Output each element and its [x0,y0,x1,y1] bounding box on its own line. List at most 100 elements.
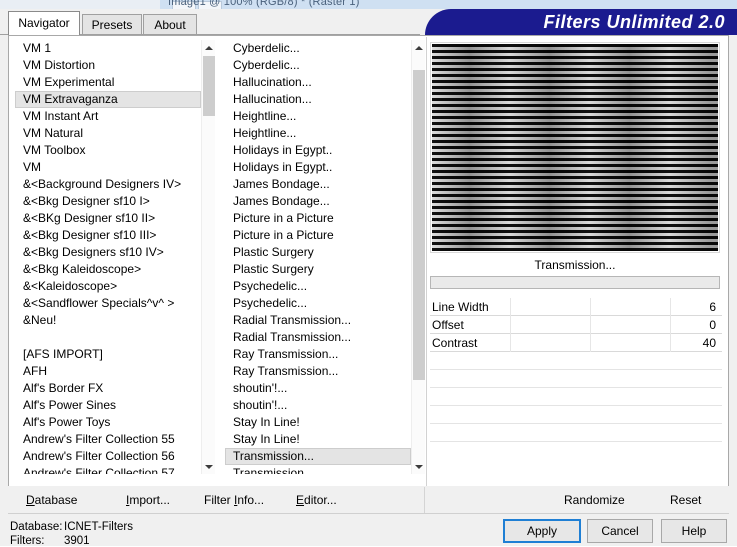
filter-scroll-thumb[interactable] [413,70,425,380]
filter-item[interactable]: Cyberdelic... [225,40,411,57]
selected-filter-title: Transmission... [534,258,616,272]
filter-item[interactable]: Transmission... [225,448,411,465]
filter-item[interactable]: Hallucination... [225,74,411,91]
filter-item[interactable]: Hallucination... [225,91,411,108]
navigator-item[interactable]: VM Instant Art [15,108,201,125]
navigator-list[interactable]: VM 1 VM Distortion VM Experimental VM Extra… [15,40,215,474]
right-pane: Transmission... Line Width 6 Offset 0 Contra… [428,40,724,486]
parameter-tick [590,316,591,334]
import-button[interactable]: Import... [126,491,170,509]
navigator-item[interactable]: &<Background Designers IV> [15,176,201,193]
status-bar: Database: ICNET-Filters Filters: 3901 Ap… [0,515,737,547]
filter-list-items: Cyberdelic... Cyberdelic... Hallucination.… [225,40,411,474]
navigator-item[interactable]: &<BKg Designer sf10 II> [15,210,201,227]
parameter-tick [590,334,591,352]
filter-item[interactable]: James Bondage... [225,176,411,193]
filter-item[interactable]: Plastic Surgery [225,244,411,261]
cancel-button[interactable]: Cancel [587,519,653,543]
filter-scroll-up-button[interactable] [412,40,425,55]
navigator-item[interactable]: &<Bkg Designer sf10 I> [15,193,201,210]
editor-button[interactable]: Editor... [296,491,337,509]
navigator-scrollbar[interactable] [201,40,215,474]
navigator-item[interactable]: Alf's Power Sines [15,397,201,414]
filter-item[interactable]: Plastic Surgery [225,261,411,278]
database-button-label: atabase [34,493,78,507]
filter-item[interactable]: Psychedelic... [225,295,411,312]
pane-divider [426,37,427,491]
filter-item[interactable]: Cyberdelic... [225,57,411,74]
navigator-item[interactable]: Andrew's Filter Collection 55 [15,431,201,448]
filter-item[interactable]: Ray Transmission... [225,346,411,363]
database-button[interactable]: Database [26,491,77,509]
parameter-horizontal-scrollbar[interactable] [430,276,720,289]
navigator-item[interactable]: &<Bkg Kaleidoscope> [15,261,201,278]
filter-item[interactable]: Radial Transmission... [225,312,411,329]
tab-about[interactable]: About [143,14,197,35]
navigator-item[interactable]: Andrew's Filter Collection 56 [15,448,201,465]
tab-navigator[interactable]: Navigator [8,11,80,35]
preview-frame[interactable] [430,42,720,253]
chevron-down-icon [415,464,423,469]
filter-info-button[interactable]: Filter Info... [204,491,264,509]
filter-item[interactable]: Radial Transmission... [225,329,411,346]
filter-item[interactable]: James Bondage... [225,193,411,210]
navigator-item[interactable]: &<Bkg Designers sf10 IV> [15,244,201,261]
filter-item[interactable]: Heightline... [225,125,411,142]
navigator-item[interactable]: &Neu! [15,312,201,329]
navigator-item[interactable]: VM Toolbox [15,142,201,159]
tab-presets[interactable]: Presets [82,14,142,35]
filter-item[interactable]: Ray Transmission... [225,363,411,380]
navigator-scroll-thumb[interactable] [203,56,215,116]
parameter-name: Contrast [432,336,478,350]
reset-button[interactable]: Reset [670,491,701,509]
navigator-item[interactable]: VM [15,159,201,176]
navigator-item[interactable]: &<Bkg Designer sf10 III> [15,227,201,244]
help-button[interactable]: Help [661,519,727,543]
filter-item[interactable]: Stay In Line! [225,414,411,431]
navigator-scroll-down-button[interactable] [202,459,215,474]
filter-item[interactable]: Heightline... [225,108,411,125]
parameter-row[interactable]: Contrast 40 [430,334,722,352]
parameter-row-empty [430,388,722,406]
filters-unlimited-window: Filters Unlimited 2.0 Navigator Presets … [0,9,737,547]
apply-button[interactable]: Apply [503,519,581,543]
preview-image[interactable] [432,44,718,251]
navigator-item[interactable]: AFH [15,363,201,380]
filter-item[interactable]: shoutin'!... [225,397,411,414]
filter-item[interactable]: Holidays in Egypt.. [225,159,411,176]
navigator-item[interactable]: Andrew's Filter Collection 57 [15,465,201,474]
parameter-row-empty [430,406,722,424]
parameter-name: Line Width [432,300,489,314]
parameter-row-empty [430,424,722,442]
filter-scroll-down-button[interactable] [412,459,425,474]
database-label: Database: [10,521,63,533]
navigator-item[interactable]: &<Kaleidoscope> [15,278,201,295]
navigator-item[interactable]: &<Sandflower Specials^v^ > [15,295,201,312]
filter-item[interactable]: Transmission... [225,465,411,474]
filter-item[interactable]: Stay In Line! [225,431,411,448]
navigator-item[interactable]: VM Extravaganza [15,91,201,108]
navigator-item[interactable]: VM Natural [15,125,201,142]
parameter-row[interactable]: Line Width 6 [430,298,722,316]
parameter-value: 6 [709,300,716,314]
os-title-bar-left-panel [0,0,160,9]
filter-item[interactable]: Picture in a Picture [225,227,411,244]
navigator-item[interactable]: VM Distortion [15,57,201,74]
filter-item[interactable]: Psychedelic... [225,278,411,295]
navigator-item[interactable]: VM Experimental [15,74,201,91]
filter-item[interactable]: shoutin'!... [225,380,411,397]
parameter-row[interactable]: Offset 0 [430,316,722,334]
filter-list[interactable]: Cyberdelic... Cyberdelic... Hallucination.… [225,40,425,474]
navigator-item[interactable]: VM 1 [15,40,201,57]
filter-scrollbar[interactable] [411,40,425,474]
parameter-value: 0 [709,318,716,332]
command-bar-divider [424,487,425,513]
navigator-item[interactable]: [AFS IMPORT] [15,346,201,363]
navigator-item[interactable]: Alf's Border FX [15,380,201,397]
filter-item[interactable]: Picture in a Picture [225,210,411,227]
navigator-scroll-up-button[interactable] [202,40,215,55]
filter-item[interactable]: Holidays in Egypt.. [225,142,411,159]
navigator-item[interactable]: Alf's Power Toys [15,414,201,431]
randomize-button[interactable]: Randomize [564,491,625,509]
preview-gradient-overlay [432,44,718,251]
